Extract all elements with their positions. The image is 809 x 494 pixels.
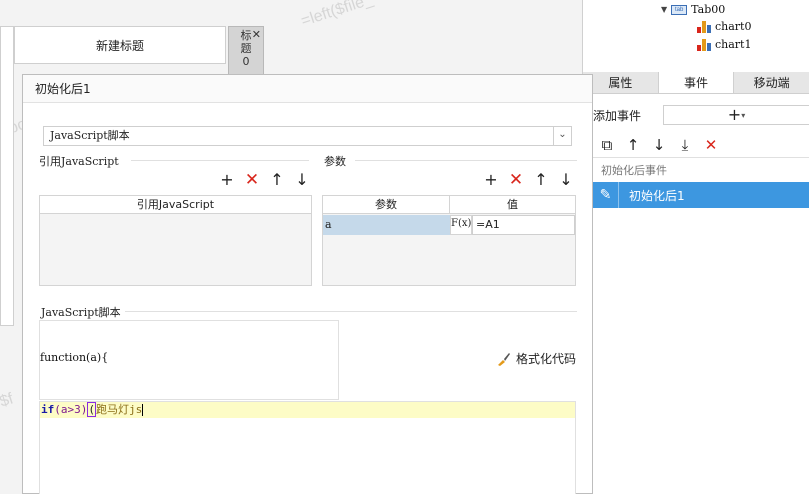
code-condition: (a>3) [54,403,88,416]
watermark-text: =left($file_ [299,0,375,31]
dropdown-arrow-icon: ▾ [741,111,746,120]
chevron-down-icon[interactable]: ⌄ [553,127,571,145]
params-group-label: 参数 [324,155,346,168]
sheet-column [0,26,14,326]
tab-icon: tab [671,4,688,15]
arrow-down-icon[interactable]: ↓ [558,172,574,188]
format-code-button[interactable]: 格式化代码 [497,350,576,367]
event-dialog: 初始化后1 JavaScript脚本 ⌄ 引用JavaScript + ✕ ↑ … [22,74,593,494]
code-keyword: if [41,403,55,416]
params-column-name: 参数 [323,196,450,214]
tree-node-label: chart1 [715,38,752,51]
brush-icon [497,352,511,366]
tree-node-label: chart0 [715,20,752,33]
param-value-input[interactable]: =A1 [472,215,575,235]
chart-icon [697,20,711,33]
edit-icon[interactable]: ✎ [593,182,619,208]
tab-events[interactable]: 事件 [658,72,735,93]
move-bottom-icon[interactable]: ⤓ [677,136,693,154]
event-toolbar: ⧉ ↑ ↓ ⤓ ✕ [583,132,809,158]
close-icon[interactable]: ✕ [252,28,261,41]
arrow-up-icon[interactable]: ↑ [533,172,549,188]
ref-js-toolbar: + ✕ ↑ ↓ [219,172,310,189]
code-function-line: function(a){ [40,351,109,364]
ref-js-group-label: 引用JavaScript [39,155,119,168]
right-panel: ▼ tab Tab00 chart0 chart1 属性 事件 移动端 添加事件… [582,0,809,494]
divider [125,311,577,312]
move-down-icon[interactable]: ↓ [651,136,667,154]
formula-icon[interactable]: F(x) [450,215,472,235]
add-icon[interactable]: + [483,172,499,188]
arrow-down-icon[interactable]: ↓ [294,172,310,188]
divider [355,160,577,161]
event-item-selected[interactable]: ✎ 初始化后1 [593,182,809,208]
tree-node-label: Tab00 [691,3,726,16]
text-cursor [142,404,144,416]
new-title-cell[interactable]: 新建标题 [14,26,226,64]
code-paren: ( [87,402,96,417]
ref-js-table: 引用JavaScript [39,195,312,286]
event-item-label: 初始化后1 [629,188,685,203]
params-toolbar: + ✕ ↑ ↓ [483,172,574,189]
code-editor-upper[interactable]: function(a){ [39,320,339,400]
script-type-value: JavaScript脚本 [50,129,130,142]
dialog-title: 初始化后1 [23,75,592,103]
arrow-up-icon[interactable]: ↑ [269,172,285,188]
divider [131,160,309,161]
watermark-text: $f [0,390,16,411]
copy-icon[interactable]: ⧉ [599,136,615,154]
delete-icon[interactable]: ✕ [244,172,260,189]
tab-mobile[interactable]: 移动端 [734,72,809,93]
caret-down-icon[interactable]: ▼ [661,5,667,14]
param-name-cell[interactable]: a [323,215,450,235]
tab-properties[interactable]: 属性 [583,72,659,93]
delete-icon[interactable]: ✕ [703,136,719,154]
code-editor[interactable]: if(a>3)(跑马灯js [39,401,576,494]
add-icon[interactable]: + [219,172,235,188]
params-table: 参数 值 a F(x) =A1 [322,195,576,286]
panel-tabs: 属性 事件 移动端 [583,72,809,94]
tree-node-tab[interactable]: ▼ tab Tab00 [661,3,725,16]
add-event-button[interactable]: +▾ [663,105,809,125]
component-tree: ▼ tab Tab00 chart0 chart1 [583,0,809,72]
plus-icon: + [727,105,742,124]
tree-node-chart[interactable]: chart1 [697,38,751,51]
chart-icon [697,38,711,51]
script-group-label: JavaScript脚本 [41,306,121,319]
add-event-row: 添加事件 +▾ [583,102,809,128]
move-up-icon[interactable]: ↑ [625,136,641,154]
delete-icon[interactable]: ✕ [508,172,524,189]
code-string: 跑马灯js [96,403,143,416]
add-event-label: 添加事件 [593,109,642,123]
event-group-label: 初始化后事件 [601,164,667,177]
script-type-select[interactable]: JavaScript脚本 ⌄ [43,126,572,146]
tab-label-strip[interactable]: ✕ 标 题 0 [228,26,264,76]
params-column-value: 值 [450,196,575,214]
ref-js-column-header: 引用JavaScript [40,196,311,214]
format-code-label: 格式化代码 [516,352,577,366]
code-line: if(a>3)(跑马灯js [40,402,575,418]
tree-node-chart[interactable]: chart0 [697,20,751,33]
